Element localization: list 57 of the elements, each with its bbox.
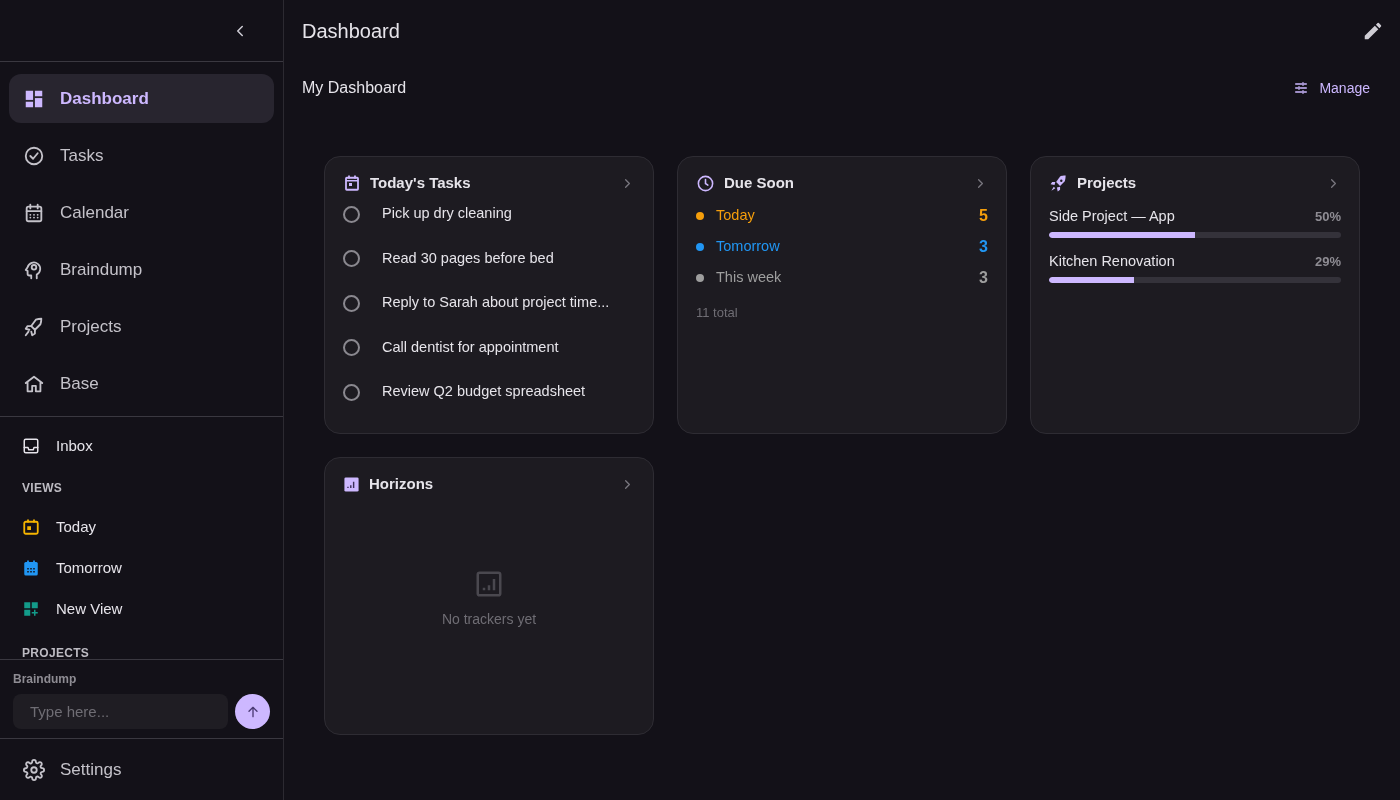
project-name: Kitchen Renovation [1049, 251, 1175, 271]
widget-title: Horizons [369, 473, 434, 494]
sliders-icon [1293, 80, 1310, 96]
chart-icon [474, 569, 504, 599]
section-heading: PROJECTS [22, 645, 91, 659]
task-checkbox[interactable] [343, 339, 360, 357]
task-checkbox[interactable] [343, 250, 360, 268]
project-name: Side Project — App [1049, 206, 1175, 226]
inbox-item[interactable]: Inbox [22, 435, 261, 457]
manage-button[interactable]: Manage [1293, 77, 1370, 99]
view-item[interactable]: Tomorrow [22, 557, 261, 579]
empty-message: No trackers yet [441, 610, 537, 629]
check-circle-icon [23, 144, 45, 167]
nav-item[interactable]: Base [9, 359, 274, 408]
view-item[interactable]: Today [22, 516, 261, 538]
chart-icon [343, 475, 360, 493]
nav-item[interactable]: Projects [9, 302, 274, 351]
section-title: My Dashboard [302, 78, 407, 98]
calendar-icon [343, 174, 361, 192]
page-title: Dashboard [302, 19, 400, 44]
section-heading: VIEWS [22, 480, 64, 497]
task-label: Pick up dry cleaning [382, 204, 512, 224]
task-checkbox[interactable] [343, 294, 360, 312]
due-label: This week [716, 267, 782, 287]
due-count: 5 [979, 205, 988, 226]
due-count: 3 [979, 267, 988, 288]
total-count: 11 total [696, 304, 739, 322]
task-label: Call dentist for appointment [382, 337, 559, 357]
due-label: Today [716, 205, 755, 225]
due-count: 3 [979, 236, 988, 257]
widget-title: Projects [1077, 172, 1137, 193]
widget-title: Due Soon [724, 172, 794, 193]
settings-icon [23, 758, 45, 781]
input-field[interactable]: Type here... [13, 694, 228, 729]
clock-icon [696, 173, 715, 193]
nav-item[interactable]: Dashboard [9, 74, 274, 123]
project-percent: 29% [1314, 252, 1341, 271]
widget-title: Today's Tasks [370, 172, 471, 193]
pencil-icon [1362, 20, 1384, 42]
task-label: Review Q2 budget spreadsheet [382, 382, 586, 402]
calendar-icon [23, 201, 45, 224]
settings-item[interactable]: Settings [0, 738, 283, 800]
task-checkbox[interactable] [343, 205, 360, 223]
nav-item[interactable]: Braindump [9, 245, 274, 294]
view-item[interactable]: New View [22, 598, 261, 620]
rocket-icon [1049, 173, 1068, 193]
rocket-icon [23, 315, 45, 338]
due-label: Tomorrow [716, 236, 780, 256]
task-checkbox[interactable] [343, 383, 360, 401]
task-label: Read 30 pages before bed [382, 248, 554, 268]
inbox-icon [22, 437, 40, 455]
braindump-label: Braindump [13, 671, 78, 688]
task-label: Reply to Sarah about project time... [382, 293, 610, 313]
nav-item[interactable]: Calendar [9, 188, 274, 237]
send-button[interactable] [235, 694, 270, 729]
project-percent: 50% [1314, 207, 1341, 226]
nav-item[interactable]: Tasks [9, 131, 274, 180]
